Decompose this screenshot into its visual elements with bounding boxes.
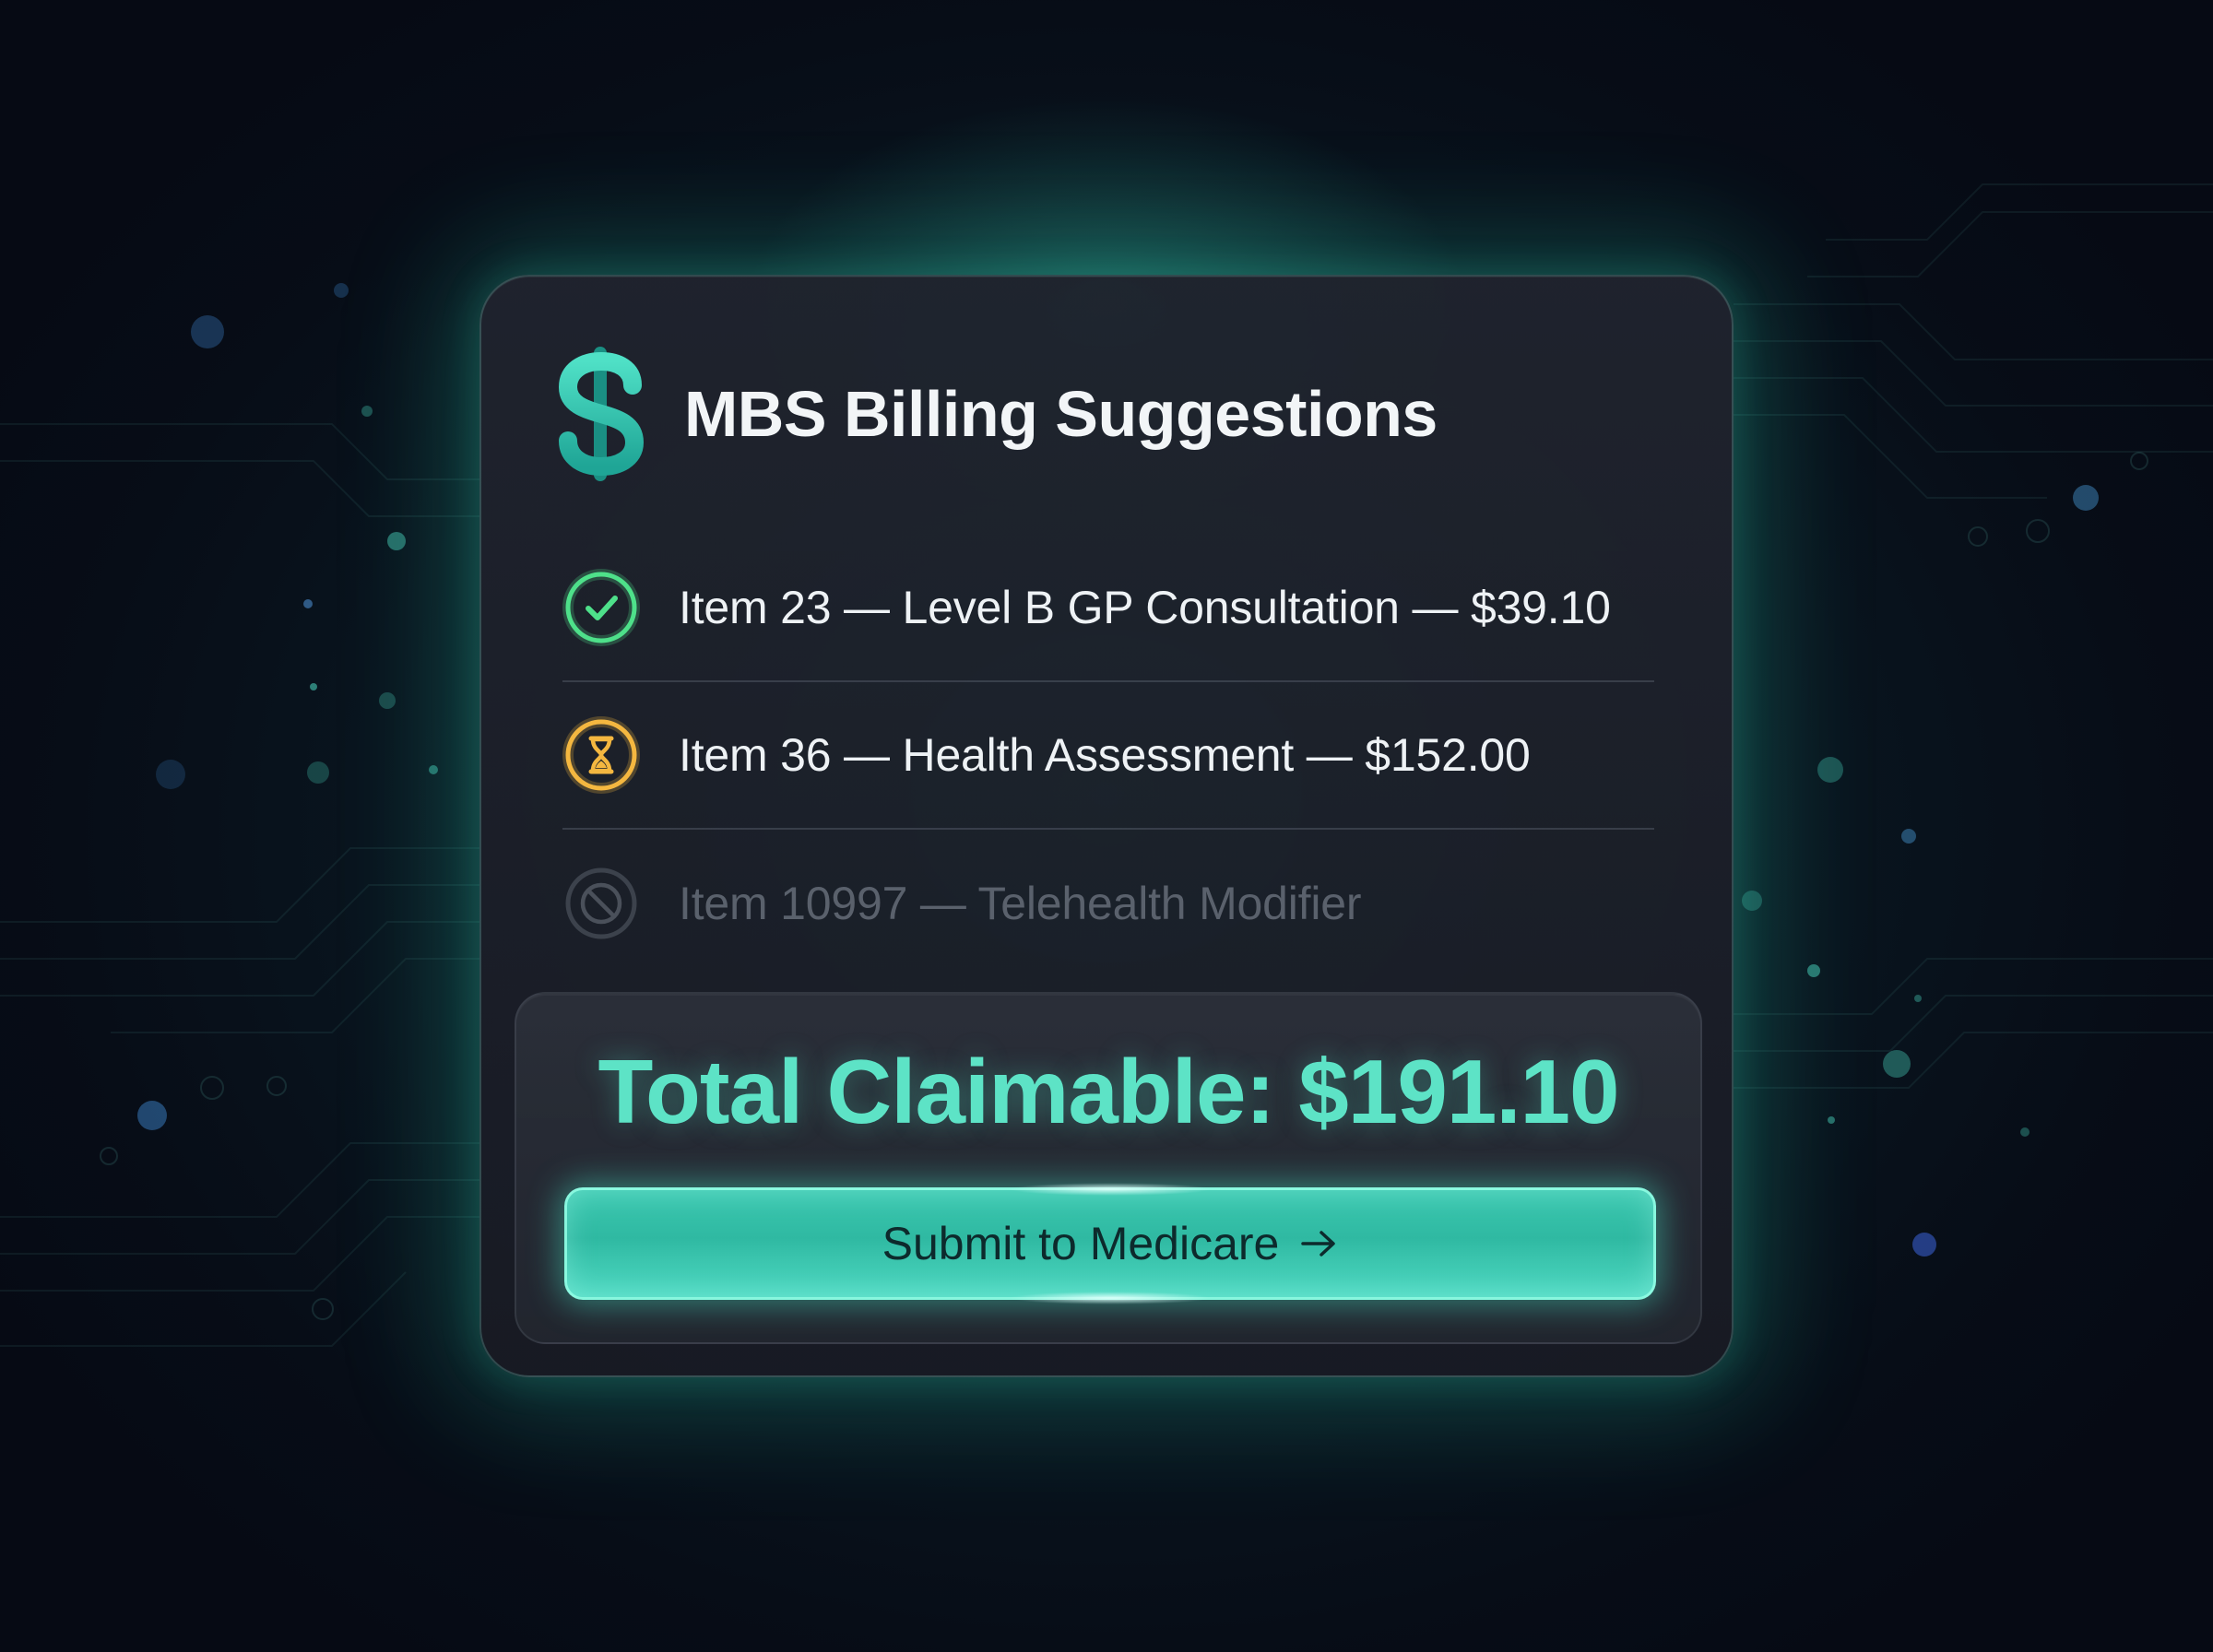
button-glow-highlight — [1009, 1292, 1212, 1304]
check-circle-icon — [562, 569, 640, 646]
prohibited-icon — [565, 867, 637, 939]
hourglass-icon — [562, 716, 640, 794]
billing-item-36[interactable]: Item 36 — Health Assessment — $152.00 — [562, 682, 1654, 830]
billing-suggestions-card: MBS Billing Suggestions Item 23 — Level … — [479, 275, 1734, 1377]
total-panel: Total Claimable: $191.10 Submit to Medic… — [515, 992, 1702, 1344]
submit-to-medicare-button[interactable]: Submit to Medicare — [564, 1183, 1656, 1304]
card-title: MBS Billing Suggestions — [684, 378, 1438, 450]
billing-item-label: Item 23 — Level B GP Consultation — $39.… — [679, 582, 1611, 633]
button-glow-highlight — [1009, 1183, 1212, 1196]
submit-button-label: Submit to Medicare — [882, 1218, 1280, 1269]
billing-item-10997[interactable]: Item 10997 — Telehealth Modifier — [562, 830, 1654, 977]
billing-item-label: Item 36 — Health Assessment — $152.00 — [679, 729, 1531, 781]
billing-item-label: Item 10997 — Telehealth Modifier — [679, 878, 1362, 929]
arrow-right-icon — [1301, 1231, 1336, 1257]
total-claimable: Total Claimable: $191.10 — [598, 1041, 1619, 1142]
card-header: MBS Billing Suggestions — [557, 345, 1438, 483]
dollar-icon — [558, 347, 645, 481]
billing-items-list: Item 23 — Level B GP Consultation — $39.… — [562, 535, 1654, 977]
billing-item-23[interactable]: Item 23 — Level B GP Consultation — $39.… — [562, 535, 1654, 682]
